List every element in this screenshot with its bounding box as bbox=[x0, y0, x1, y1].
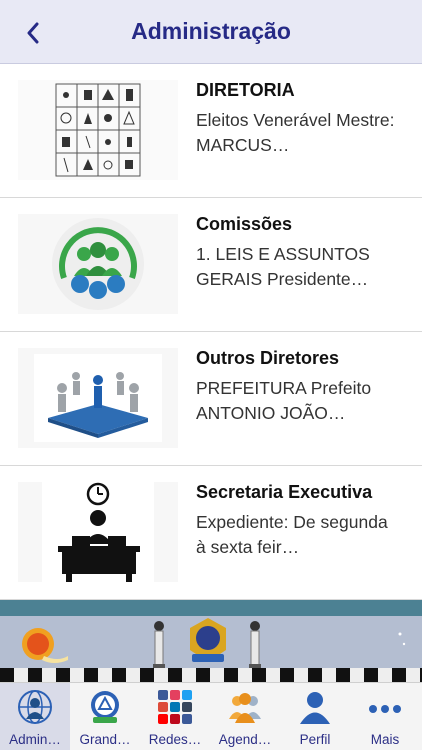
list-item-diretoria[interactable]: DIRETORIA Eleitos Venerável Mestre: MARC… bbox=[0, 64, 422, 198]
tab-perfil[interactable]: Perfil bbox=[280, 683, 350, 750]
tab-label: Admin… bbox=[9, 732, 61, 747]
tab-label: Mais bbox=[370, 732, 400, 747]
tab-administracao[interactable]: Admin… bbox=[0, 683, 70, 750]
social-networks-icon bbox=[158, 690, 192, 724]
administration-list: DIRETORIA Eleitos Venerável Mestre: MARC… bbox=[0, 64, 422, 600]
page-title: Administração bbox=[131, 18, 291, 44]
tab-agenda[interactable]: Agend… bbox=[210, 683, 280, 750]
list-item-outros-diretores[interactable]: Outros Diretores PREFEITURA Prefeito ANT… bbox=[0, 332, 422, 466]
lodge-emblem-icon bbox=[190, 618, 226, 662]
item-title: DIRETORIA bbox=[196, 80, 295, 100]
person-icon bbox=[300, 692, 330, 724]
item-title: Outros Diretores bbox=[196, 348, 340, 368]
team-logo-image bbox=[18, 214, 178, 314]
tab-label: Grand… bbox=[79, 732, 131, 747]
masonic-symbols-image bbox=[18, 80, 178, 180]
people-group-icon bbox=[229, 693, 261, 723]
item-description: 1. LEIS E ASSUNTOS GERAIS Presidente… bbox=[196, 244, 370, 289]
item-description: PREFEITURA Prefeito ANTONIO JOÃO… bbox=[196, 378, 372, 423]
people-puzzle-image bbox=[18, 348, 178, 448]
pillar-right-icon bbox=[249, 621, 261, 669]
navigation-bar: Administração bbox=[0, 0, 422, 64]
more-dots-icon bbox=[369, 705, 401, 713]
list-item-secretaria-executiva[interactable]: Secretaria Executiva Expediente: De segu… bbox=[0, 466, 422, 600]
globe-person-icon bbox=[18, 690, 52, 724]
tab-label: Redes… bbox=[148, 732, 202, 747]
moon-icon bbox=[373, 632, 406, 660]
pillar-left-icon bbox=[153, 621, 165, 669]
item-title: Comissões bbox=[196, 214, 293, 234]
tab-mais[interactable]: Mais bbox=[350, 683, 420, 750]
list-item-comissoes[interactable]: Comissões 1. LEIS E ASSUNTOS GERAIS Pres… bbox=[0, 198, 422, 332]
item-description: Expediente: De segunda à sexta feir… bbox=[196, 512, 388, 557]
sun-icon bbox=[22, 628, 68, 663]
lodge-emblem-icon bbox=[91, 691, 119, 723]
tab-redes-sociais[interactable]: Redes… bbox=[140, 683, 210, 750]
item-title: Secretaria Executiva bbox=[196, 482, 373, 502]
tab-label: Agend… bbox=[218, 732, 272, 747]
checkered-floor bbox=[0, 668, 422, 682]
tab-label: Perfil bbox=[299, 732, 331, 747]
tab-bar: Admin… Grand… Redes… Agend… Perfil Mais bbox=[0, 682, 422, 750]
masonic-banner bbox=[0, 616, 422, 682]
clock-desk-image bbox=[18, 482, 178, 582]
tab-grande-loja[interactable]: Grand… bbox=[70, 683, 140, 750]
item-description: Eleitos Venerável Mestre: MARCUS… bbox=[196, 110, 395, 155]
separator-band bbox=[0, 600, 422, 616]
